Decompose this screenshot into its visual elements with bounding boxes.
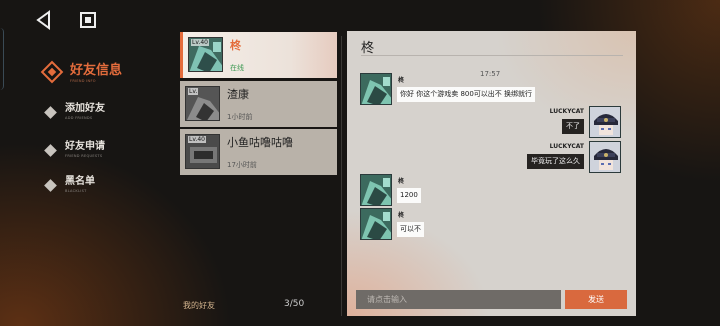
menu-item-add-friends[interactable]: 添加好友 ADD FRIENDS	[44, 103, 105, 126]
message-bubble: 不了	[562, 119, 584, 134]
diamond-icon	[44, 144, 57, 157]
friend-status: 1小时前	[227, 113, 253, 121]
chat-timestamp: 17:57	[480, 70, 501, 78]
send-button[interactable]: 发送	[565, 290, 627, 309]
avatar: Lv.	[185, 86, 220, 121]
my-friends-label: 我的好友	[183, 301, 215, 310]
avatar	[589, 106, 621, 138]
square-stop-icon[interactable]	[80, 12, 96, 28]
friend-card[interactable]: Lv.40 柊 在线	[180, 32, 337, 78]
menu-sub: ADD FRIENDS	[65, 116, 93, 120]
friend-count: 3/50	[284, 299, 305, 309]
chat-input[interactable]	[356, 290, 561, 309]
menu-label: 添加好友	[65, 103, 105, 114]
message-bubble: 可以不	[397, 222, 424, 237]
divider	[341, 36, 342, 316]
sender-name: 柊	[398, 178, 405, 185]
friend-name: 小鱼咕噜咕噜	[227, 136, 293, 149]
friend-status: 17小时前	[227, 161, 257, 169]
avatar	[360, 73, 392, 105]
menu-item-blacklist[interactable]: 黑名单 BLACKLIST	[44, 176, 95, 199]
chat-message: 柊 你好 你这个游戏卖 800可以出不 换绑就行	[360, 73, 536, 105]
chat-title: 柊	[361, 41, 375, 56]
avatar: Lv.40	[188, 37, 223, 72]
level-badge: Lv.40	[188, 136, 206, 143]
chat-message: LUCKYCAT 不了	[550, 106, 621, 138]
friend-name: 渣康	[227, 88, 249, 101]
sender-name: LUCKYCAT	[549, 143, 584, 150]
menu-label: 黑名单	[65, 176, 95, 187]
menu-sub: BLACKLIST	[65, 189, 87, 193]
message-bubble: 1200	[397, 188, 421, 203]
avatar	[589, 141, 621, 173]
chat-message: 柊 可以不	[360, 208, 424, 240]
divider	[361, 55, 623, 56]
menu-label: 好友信息	[70, 63, 123, 78]
avatar	[360, 174, 392, 206]
menu-sub: FRIEND REQUESTS	[65, 154, 103, 158]
menu-sub: FRIEND INFO	[70, 79, 96, 83]
level-badge: Lv.40	[191, 39, 209, 46]
sender-name: LUCKYCAT	[549, 108, 584, 115]
menu-item-friend-info[interactable]: 好友信息 FRIEND INFO	[40, 60, 123, 86]
chat-panel: 柊 17:57 柊 你好 你这个游戏卖 800可以出不 换绑就行 LUCKYCA…	[347, 31, 636, 316]
avatar: Lv.40	[185, 134, 220, 169]
side-handle	[0, 28, 4, 90]
friend-status: 在线	[230, 64, 244, 72]
triangle-left-icon[interactable]	[34, 10, 54, 30]
chat-message: 柊 1200	[360, 174, 421, 206]
level-badge: Lv.	[188, 88, 199, 95]
diamond-icon	[44, 179, 57, 192]
sender-name: 柊	[398, 77, 405, 84]
friend-name: 柊	[230, 39, 241, 52]
menu-label: 好友申请	[65, 141, 105, 152]
sender-name: 柊	[398, 212, 405, 219]
diamond-icon	[40, 60, 64, 84]
friend-card[interactable]: Lv. 渣康 1小时前	[180, 81, 337, 127]
message-bubble: 你好 你这个游戏卖 800可以出不 换绑就行	[397, 87, 536, 102]
menu-item-friend-requests[interactable]: 好友申请 FRIEND REQUESTS	[44, 141, 105, 164]
friend-card[interactable]: Lv.40 小鱼咕噜咕噜 17小时前	[180, 129, 337, 175]
avatar	[360, 208, 392, 240]
message-bubble: 毕竟玩了这么久	[527, 154, 584, 169]
diamond-icon	[44, 106, 57, 119]
chat-message: LUCKYCAT 毕竟玩了这么久	[527, 141, 621, 173]
